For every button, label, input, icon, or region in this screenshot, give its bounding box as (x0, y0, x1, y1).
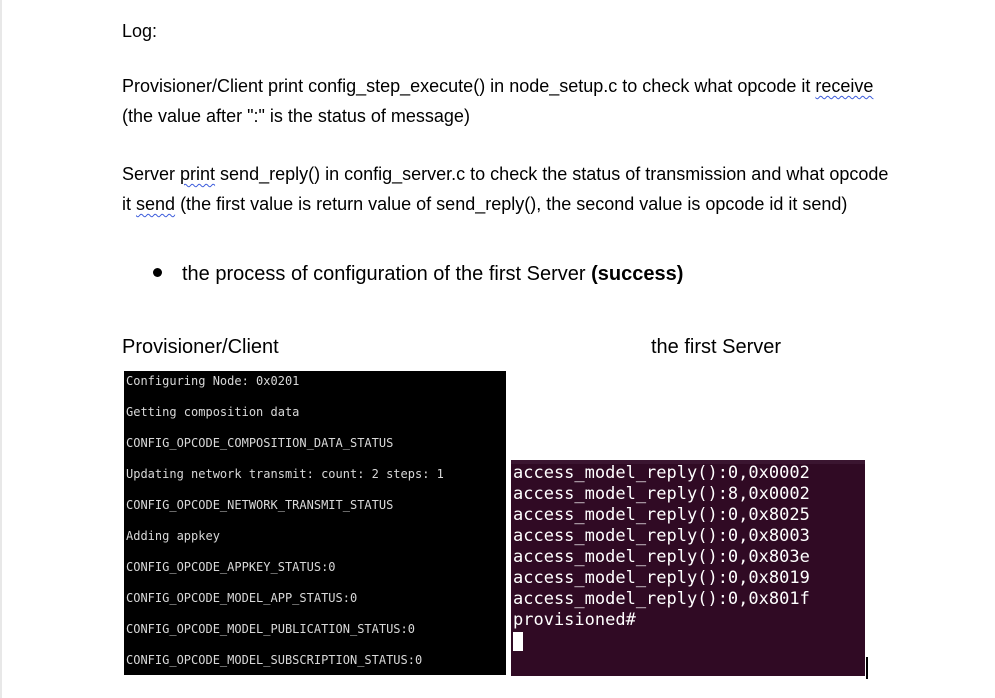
client-terminal-line: Getting composition data (126, 405, 300, 419)
terminal-cursor (513, 632, 523, 651)
server-terminal-prompt: provisioned# (513, 610, 636, 630)
log-heading: Log: (122, 21, 158, 41)
server-terminal-line: access_model_reply():0,0x8003 (513, 526, 810, 546)
client-terminal-line: Configuring Node: 0x0201 (126, 374, 300, 388)
para2-line2: it send (the first value is return value… (122, 189, 847, 219)
text-caret[interactable] (866, 657, 868, 679)
client-terminal-line: CONFIG_OPCODE_MODEL_SUBSCRIPTION_STATUS:… (126, 653, 423, 667)
server-terminal-line: access_model_reply():0,0x8019 (513, 568, 810, 588)
server-terminal-line: access_model_reply():0,0x8025 (513, 505, 810, 525)
client-terminal-line: CONFIG_OPCODE_MODEL_APP_STATUS:0 (126, 591, 358, 605)
server-terminal-line: access_model_reply():0,0x803e (513, 547, 810, 567)
para2-line1-text-a: Server (122, 164, 181, 184)
client-column-heading: Provisioner/Client (122, 336, 279, 358)
para2-line2-text-b: (the first value is return value of send… (175, 194, 848, 214)
para1-line2: (the value after ":" is the status of me… (122, 106, 470, 126)
spellcheck-word-send[interactable]: send (136, 194, 175, 214)
para2-line2-text-a: it (122, 194, 137, 214)
client-terminal-screenshot: Configuring Node: 0x0201 Getting composi… (124, 371, 506, 675)
para2-line1-text-b: send_reply() in config_server.c to check… (215, 164, 889, 184)
spellcheck-word-receive[interactable]: receive (815, 76, 873, 96)
bullet-icon (153, 268, 162, 277)
client-terminal-line: CONFIG_OPCODE_APPKEY_STATUS:0 (126, 560, 336, 574)
para1-line1: Provisioner/Client print config_step_exe… (122, 71, 873, 101)
client-terminal-line: CONFIG_OPCODE_COMPOSITION_DATA_STATUS (126, 436, 394, 450)
server-terminal-line: access_model_reply():0,0x0002 (513, 463, 810, 483)
server-column-heading: the first Server (651, 336, 782, 358)
client-terminal-line: Updating network transmit: count: 2 step… (126, 467, 444, 481)
client-terminal-line: CONFIG_OPCODE_NETWORK_TRANSMIT_STATUS (126, 498, 394, 512)
bullet-text: the process of configuration of the firs… (182, 263, 592, 285)
server-terminal-line: access_model_reply():8,0x0002 (513, 484, 810, 504)
server-terminal-screenshot: access_model_reply():0,0x0002 access_mod… (511, 460, 865, 676)
bullet-bold-text: (success) (591, 263, 684, 285)
bullet-item: the process of configuration of the firs… (182, 259, 683, 289)
para1-line1-text: Provisioner/Client print config_step_exe… (122, 76, 816, 96)
para2-line1: Server print send_reply() in config_serv… (122, 159, 888, 189)
page-edge (0, 0, 2, 698)
spellcheck-word-print[interactable]: print (180, 164, 215, 184)
client-terminal-line: CONFIG_OPCODE_MODEL_PUBLICATION_STATUS:0 (126, 622, 415, 636)
server-terminal-line: access_model_reply():0,0x801f (513, 589, 810, 609)
client-terminal-line: Adding appkey (126, 529, 220, 543)
